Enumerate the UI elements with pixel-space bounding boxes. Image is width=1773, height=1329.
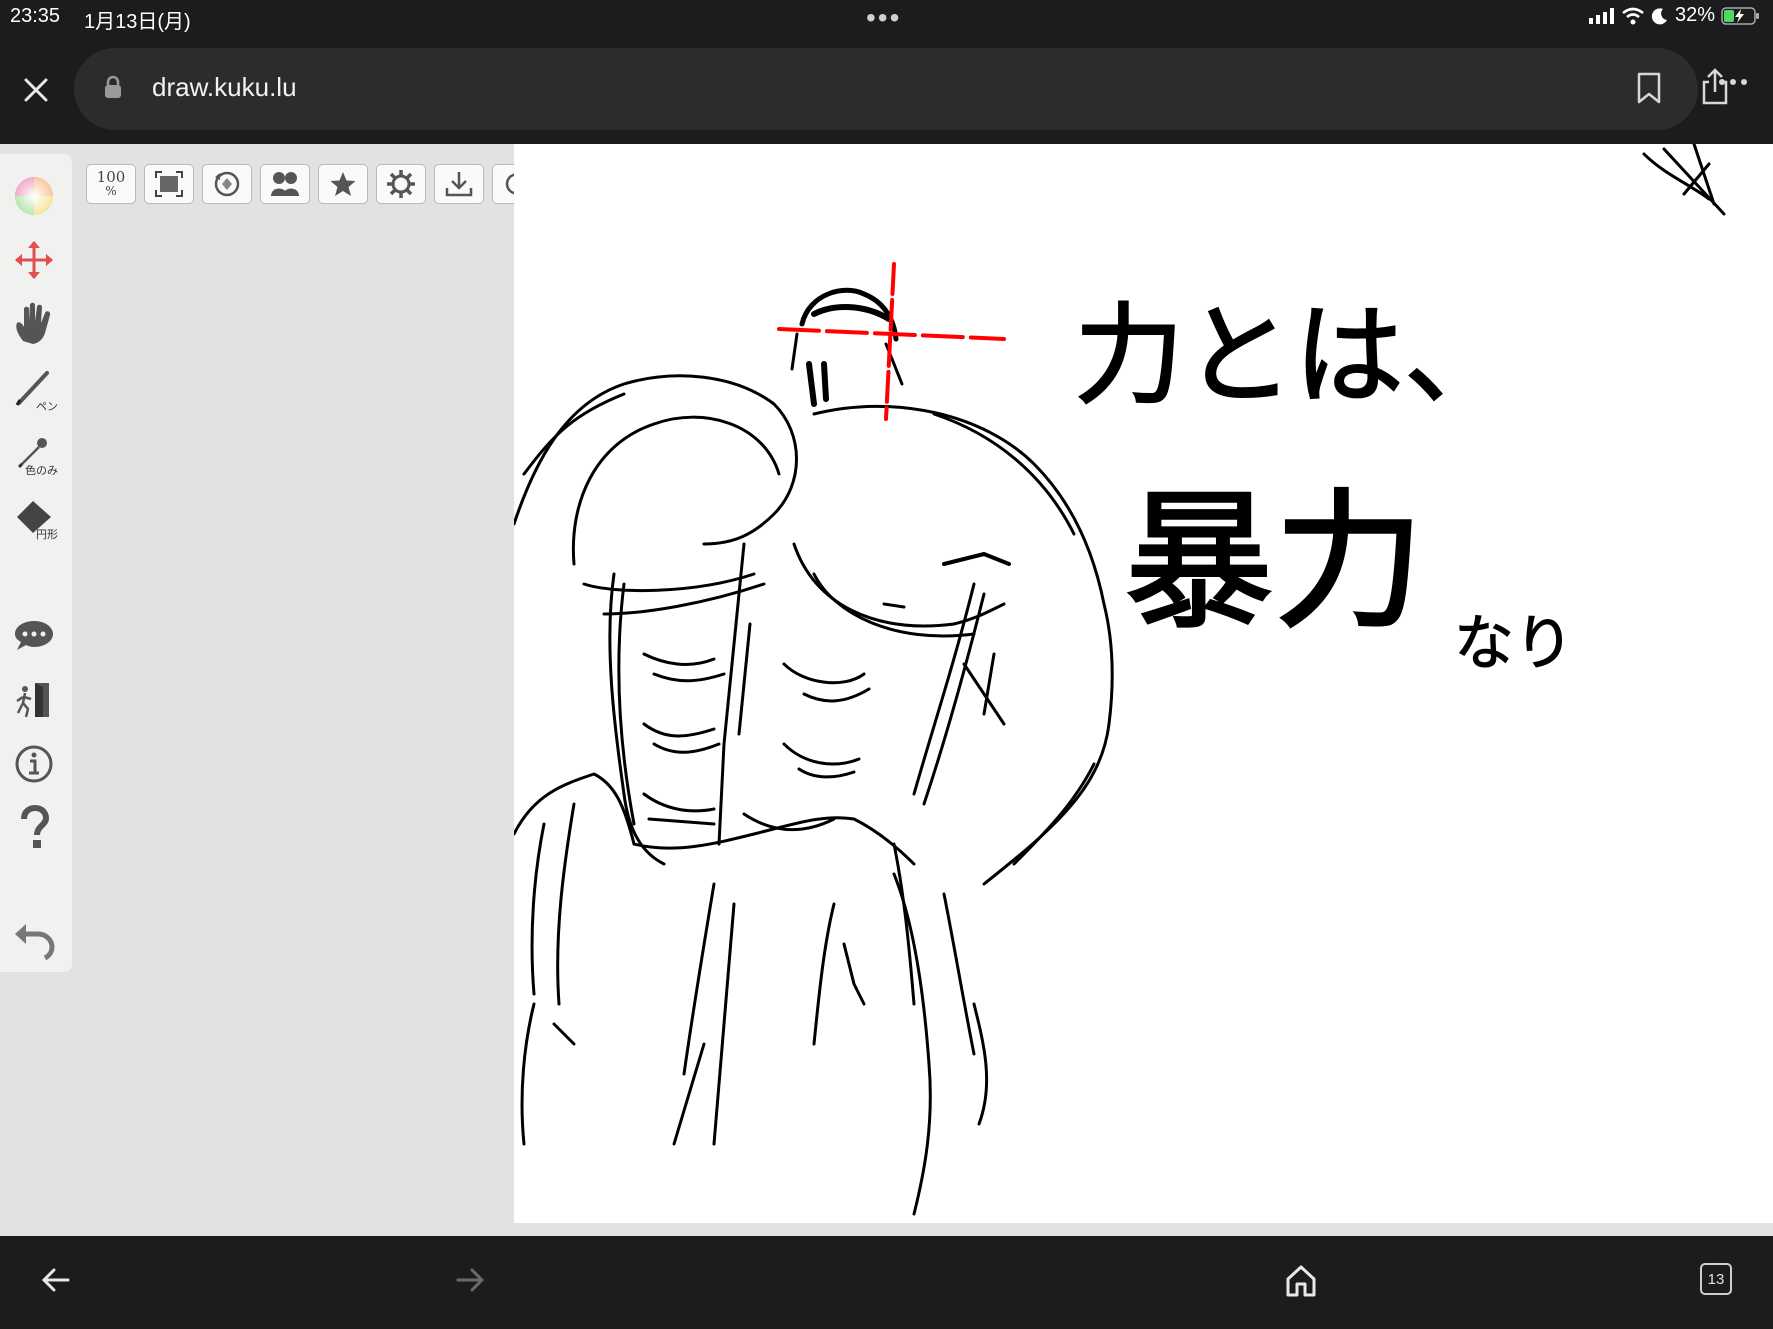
color-picker-button[interactable] — [6, 168, 62, 224]
info-icon — [15, 745, 53, 783]
tab-count: 13 — [1707, 1270, 1725, 1288]
shape-label: 円形 — [36, 529, 58, 541]
hand-tool-button[interactable] — [6, 296, 62, 352]
help-button[interactable] — [6, 800, 62, 856]
favorite-button[interactable] — [318, 164, 368, 204]
multitasking-dots-icon[interactable]: ••• — [866, 2, 901, 34]
status-indicators: 32% — [1588, 4, 1761, 27]
canvas-toolbar: 100 % — [86, 164, 542, 204]
gear-icon — [387, 170, 415, 198]
fit-screen-icon — [155, 171, 183, 197]
share-icon[interactable] — [1700, 68, 1730, 106]
bookmark-icon[interactable] — [1636, 72, 1662, 104]
browser-bottom-bar: 13 — [0, 1236, 1773, 1329]
address-bar[interactable]: draw.kuku.lu — [74, 48, 1728, 130]
rotate-icon — [214, 171, 240, 197]
settings-button[interactable] — [376, 164, 426, 204]
home-icon[interactable] — [1284, 1264, 1318, 1298]
close-button[interactable] — [14, 68, 58, 112]
exit-door-icon — [16, 683, 49, 718]
download-icon — [445, 172, 473, 197]
eyedropper-label: 色のみ — [25, 465, 58, 477]
question-mark-icon — [21, 805, 50, 848]
move-arrows-icon — [15, 241, 53, 279]
tabs-button[interactable]: 13 — [1700, 1263, 1732, 1295]
sketch-drawing: 力とは、 暴力 なり — [514, 144, 1726, 1216]
signal-icon — [1588, 7, 1614, 24]
drawing-text-2: 暴力 — [1124, 476, 1424, 650]
color-wheel-icon — [15, 177, 53, 215]
chat-button[interactable] — [6, 608, 62, 664]
shape-tool-button[interactable]: 円形 — [6, 488, 62, 544]
drawing-text-3: なり — [1454, 609, 1574, 679]
pen-tool-button[interactable]: ペン — [6, 360, 62, 416]
forward-arrow-icon[interactable] — [454, 1264, 486, 1296]
wifi-icon — [1622, 7, 1644, 24]
browser-toolbar: draw.kuku.lu — [0, 38, 1773, 144]
drawing-canvas[interactable]: 力とは、 暴力 なり — [514, 144, 1773, 1223]
zoom-level: 100 % — [96, 168, 126, 199]
back-arrow-icon[interactable] — [40, 1264, 72, 1296]
move-tool-button[interactable] — [6, 232, 62, 288]
lock-icon — [105, 75, 121, 98]
fit-screen-button[interactable] — [144, 164, 194, 204]
download-button[interactable] — [434, 164, 484, 204]
drawing-text-1: 力とは、 — [1074, 292, 1514, 420]
zoom-reset-button[interactable]: 100 % — [86, 164, 136, 204]
users-icon — [271, 172, 299, 196]
battery-charging-icon — [1721, 6, 1759, 25]
eyedropper-tool-button[interactable]: 色のみ — [6, 424, 62, 480]
status-time: 23:35 — [10, 5, 61, 27]
status-bar: 23:35 1月13日(月) ••• 32% — [0, 0, 1773, 38]
close-icon — [24, 78, 48, 102]
chat-bubble-icon — [15, 621, 53, 650]
battery-percent: 32% — [1674, 4, 1715, 26]
rotate-canvas-button[interactable] — [202, 164, 252, 204]
more-options-icon[interactable] — [1718, 78, 1748, 86]
tool-palette: ペン 色のみ 円形 — [0, 154, 72, 972]
exit-button[interactable] — [6, 672, 62, 728]
undo-button[interactable] — [6, 912, 62, 968]
drawing-app: ペン 色のみ 円形 100 % 力とは、 暴力 なり — [0, 144, 1773, 1236]
layers-button[interactable] — [260, 164, 310, 204]
status-date: 1月13日(月) — [84, 11, 191, 33]
star-icon — [330, 172, 356, 196]
undo-icon — [15, 924, 55, 960]
hand-icon — [16, 302, 51, 344]
pen-label: ペン — [36, 401, 58, 413]
moon-icon — [1651, 7, 1667, 24]
info-button[interactable] — [6, 736, 62, 792]
url-text: draw.kuku.lu — [152, 72, 297, 102]
